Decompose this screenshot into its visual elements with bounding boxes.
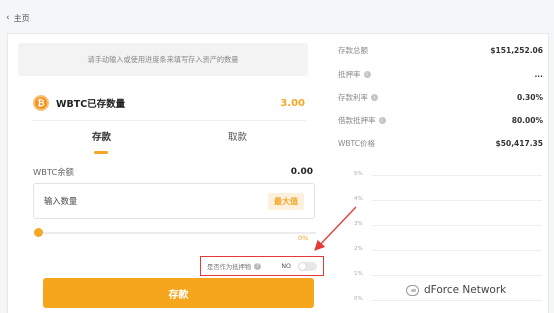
wechat-icon: [406, 284, 419, 296]
gridline: [372, 250, 542, 251]
stat-value: $50,417.35: [495, 139, 543, 148]
deposit-submit-button[interactable]: 存款: [43, 278, 314, 308]
max-button[interactable]: 最大值: [268, 192, 304, 210]
market-info: 存款总额 $151,252.06 抵押率 i ... 存款利率 i 0.30% 借款…: [338, 34, 543, 313]
asset-name: WBTC已存数量: [56, 99, 126, 110]
collateral-switch[interactable]: [298, 261, 317, 271]
collateral-label: 是否作为抵押物: [207, 263, 252, 271]
gridline: [372, 175, 542, 176]
breadcrumb[interactable]: ‹ 主页: [6, 10, 30, 26]
slider-percent: 0%: [298, 234, 309, 242]
wbtc-coin-icon: ₿: [33, 95, 49, 111]
stat-value: 80.00%: [511, 116, 543, 125]
watermark: dForce Network: [406, 284, 506, 296]
gridline: [372, 275, 542, 276]
slider-track[interactable]: [38, 232, 316, 234]
tab-bar: 存款 取款: [18, 129, 308, 159]
main-panel: 请手动输入或使用进度条来填写存入资产的数量 ₿ WBTC已存数量 3.00 存款…: [7, 33, 549, 313]
watermark-text: dForce Network: [424, 284, 507, 296]
stat-value: 0.30%: [516, 93, 543, 102]
collateral-toggle-row: 是否作为抵押物 ? NO: [200, 256, 324, 276]
gridline: [372, 200, 542, 201]
stat-collateral-ratio: 抵押率 i ...: [338, 69, 543, 80]
y-tick-label: 5%: [354, 171, 363, 177]
hint-banner: 请手动输入或使用进度条来填写存入资产的数量: [18, 43, 308, 76]
y-tick-label: 0%: [354, 296, 363, 302]
stat-total-deposits: 存款总额 $151,252.06: [338, 45, 543, 56]
tab-deposit[interactable]: 存款: [92, 129, 111, 143]
info-icon: i: [378, 117, 386, 124]
amount-input-box: 最大值: [33, 183, 315, 219]
stat-value: ...: [534, 70, 543, 79]
stat-label: 借款抵押率: [338, 116, 376, 125]
stat-label: WBTC价格: [338, 139, 375, 148]
back-link[interactable]: 主页: [14, 13, 30, 24]
stat-label: 抵押率: [338, 70, 361, 79]
balance-label: WBTC余额: [33, 167, 74, 177]
info-icon: i: [363, 71, 371, 78]
info-icon: i: [371, 94, 378, 101]
active-tab-indicator: [94, 151, 108, 154]
stat-label: 存款总额: [338, 46, 368, 55]
balance-row: WBTC余额 0.00: [33, 166, 313, 178]
asset-summary: ₿ WBTC已存数量 3.00: [33, 94, 305, 112]
gridline: [372, 225, 542, 226]
amount-input[interactable]: [44, 196, 268, 206]
slider-handle[interactable]: [34, 228, 43, 237]
stat-label: 存款利率: [338, 93, 368, 102]
y-tick-label: 4%: [354, 196, 363, 202]
tab-withdraw[interactable]: 取款: [228, 129, 247, 143]
chevron-left-icon[interactable]: ‹: [6, 13, 10, 23]
balance-value: 0.00: [290, 167, 313, 177]
deposit-form: 请手动输入或使用进度条来填写存入资产的数量 ₿ WBTC已存数量 3.00 存款…: [18, 34, 324, 313]
gridline: [372, 300, 542, 301]
collateral-state: NO: [281, 262, 291, 270]
y-tick-label: 1%: [354, 271, 363, 277]
stat-value: $151,252.06: [490, 46, 543, 55]
deposited-amount: 3.00: [280, 97, 305, 109]
question-icon: ?: [254, 262, 262, 270]
divider: [33, 120, 306, 121]
y-tick-label: 3%: [354, 221, 363, 227]
stat-borrow-collateral-ratio: 借款抵押率 i 80.00%: [338, 115, 543, 126]
stat-deposit-rate: 存款利率 i 0.30%: [338, 92, 543, 103]
y-tick-label: 2%: [354, 246, 363, 252]
amount-slider[interactable]: [34, 228, 316, 238]
stat-wbtc-price: WBTC价格 $50,417.35: [338, 138, 543, 149]
